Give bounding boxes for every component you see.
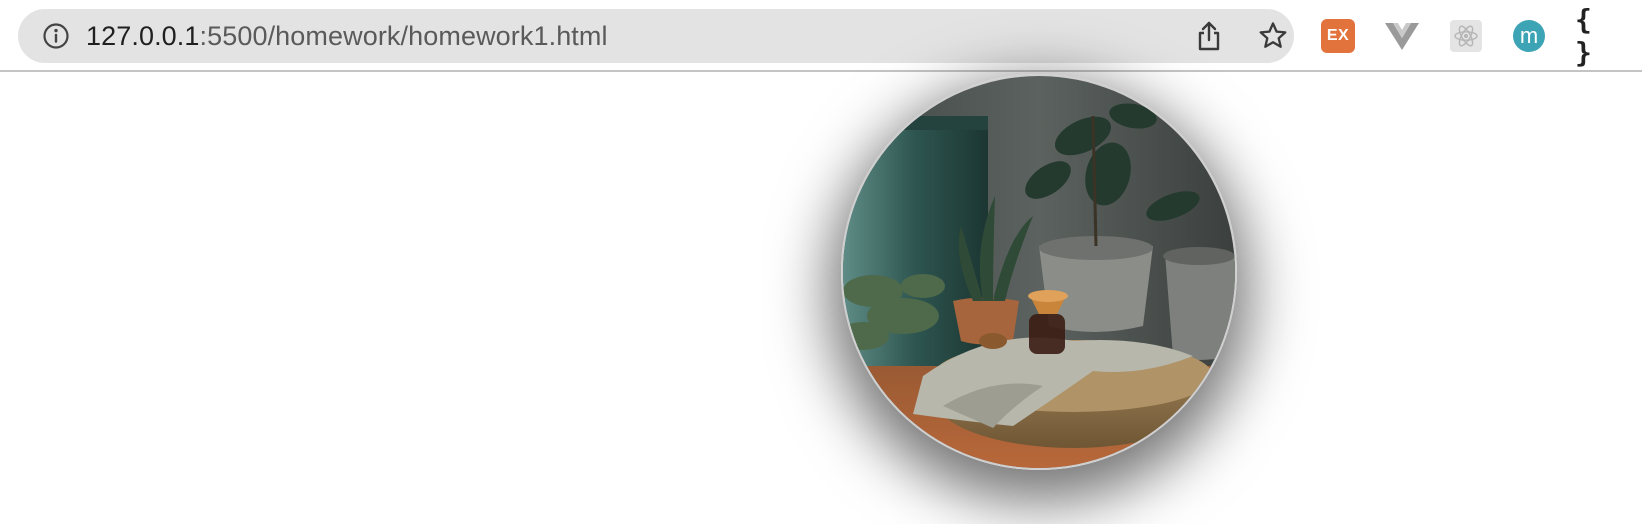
- url-host: 127.0.0.1: [86, 21, 200, 51]
- braces-extension-icon[interactable]: { }: [1575, 3, 1611, 69]
- page-content: [0, 72, 1642, 524]
- url-text[interactable]: 127.0.0.1:5500/homework/homework1.html: [86, 9, 608, 63]
- circular-plant-photo: [841, 74, 1237, 470]
- extension-m-icon[interactable]: m: [1511, 18, 1547, 54]
- braces-label: { }: [1575, 3, 1592, 69]
- m-badge: m: [1513, 20, 1545, 52]
- ex-badge: EX: [1321, 19, 1355, 53]
- extension-ex-icon[interactable]: EX: [1320, 18, 1356, 54]
- share-icon[interactable]: [1192, 19, 1226, 53]
- star-icon[interactable]: [1256, 19, 1290, 53]
- info-circle-icon[interactable]: [42, 22, 70, 50]
- vue-devtools-icon[interactable]: [1384, 18, 1420, 54]
- url-path: :5500/homework/homework1.html: [199, 21, 608, 51]
- react-devtools-icon[interactable]: [1448, 18, 1484, 54]
- browser-toolbar: 127.0.0.1:5500/homework/homework1.html E…: [0, 0, 1642, 72]
- plant-photo-illustration: [843, 76, 1235, 468]
- address-bar[interactable]: 127.0.0.1:5500/homework/homework1.html: [18, 9, 1294, 63]
- react-badge: [1450, 20, 1482, 52]
